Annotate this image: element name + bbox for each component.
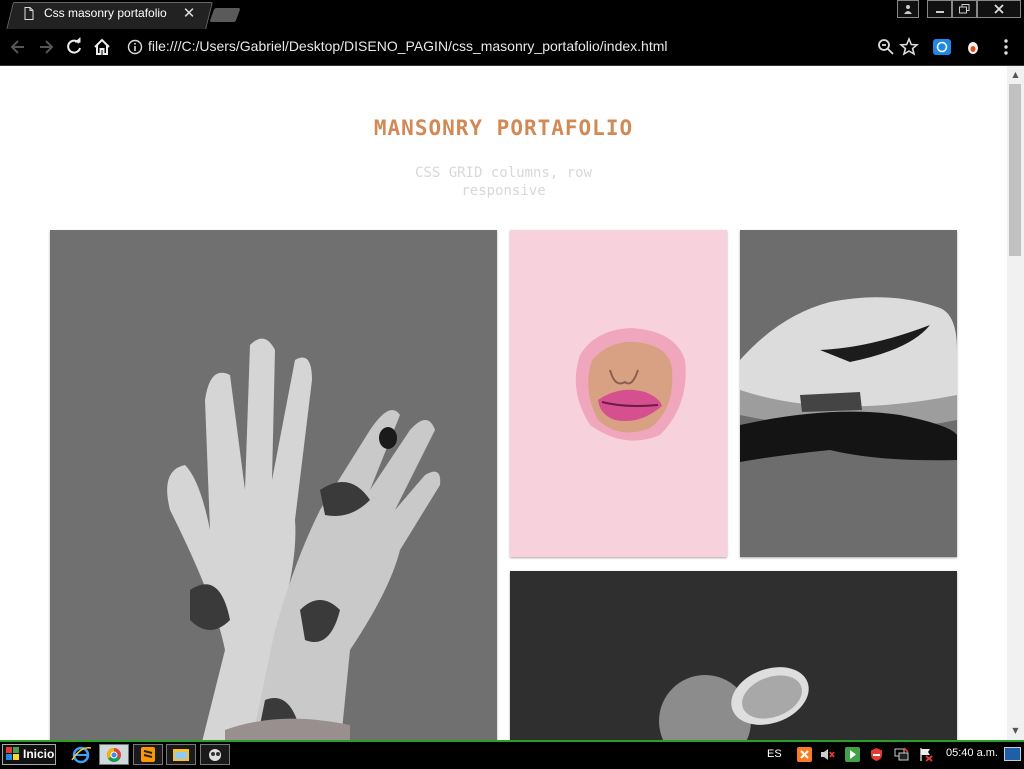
pink-lips-image [510, 230, 727, 557]
new-tab-button[interactable] [209, 8, 241, 22]
start-button[interactable]: Inicio [2, 744, 56, 765]
star-icon[interactable] [899, 37, 919, 57]
network-tray-icon[interactable] [894, 747, 909, 762]
extension-icon[interactable] [932, 37, 952, 57]
close-tab-icon[interactable]: ✕ [182, 5, 196, 21]
page-title: MANSONRY PORTAFOLIO [373, 116, 634, 140]
volume-muted-icon[interactable] [820, 747, 835, 762]
scroll-up-arrow-icon[interactable]: ▲ [1007, 68, 1024, 82]
remote-desktop-icon[interactable] [200, 744, 230, 765]
scrollbar-thumb[interactable] [1009, 84, 1021, 256]
forward-icon[interactable] [36, 37, 56, 57]
hands-glitter-image [50, 230, 497, 750]
page-subtitle: CSS GRID columns, row responsive [414, 165, 592, 199]
tab-title: Css masonry portafolio [44, 6, 167, 20]
reload-icon[interactable] [64, 37, 84, 57]
flag-alert-tray-icon[interactable] [918, 747, 933, 762]
windows-logo-icon [6, 747, 19, 760]
chrome-taskbar-icon[interactable] [99, 744, 129, 765]
close-window-button[interactable] [977, 0, 1021, 18]
document-icon [24, 7, 34, 20]
scroll-down-arrow-icon[interactable]: ▼ [1007, 724, 1024, 738]
internet-explorer-icon[interactable] [66, 744, 96, 765]
sublime-text-icon[interactable] [133, 744, 163, 765]
show-desktop-icon[interactable] [1004, 747, 1021, 761]
zoom-icon[interactable] [876, 37, 896, 57]
restore-button[interactable] [952, 0, 977, 18]
menu-icon[interactable] [996, 37, 1016, 57]
security-tray-icon[interactable] [869, 747, 884, 762]
info-icon[interactable] [127, 39, 143, 55]
back-icon[interactable] [8, 37, 28, 57]
address-bar[interactable]: file:///C:/Users/Gabriel/Desktop/DISENO_… [148, 38, 667, 54]
extension-icon-2[interactable] [963, 37, 983, 57]
xampp-tray-icon[interactable] [797, 747, 812, 762]
green-app-tray-icon[interactable] [845, 747, 860, 762]
clock[interactable]: 05:40 a.m. [946, 747, 998, 759]
sneaker-image [740, 230, 957, 557]
home-icon[interactable] [92, 37, 112, 57]
file-explorer-icon[interactable] [166, 744, 196, 765]
user-profile-icon[interactable] [897, 0, 919, 18]
language-indicator[interactable]: ES [767, 748, 782, 760]
orange-image [510, 571, 957, 751]
start-label: Inicio [23, 747, 55, 761]
minimize-button[interactable] [927, 0, 952, 18]
